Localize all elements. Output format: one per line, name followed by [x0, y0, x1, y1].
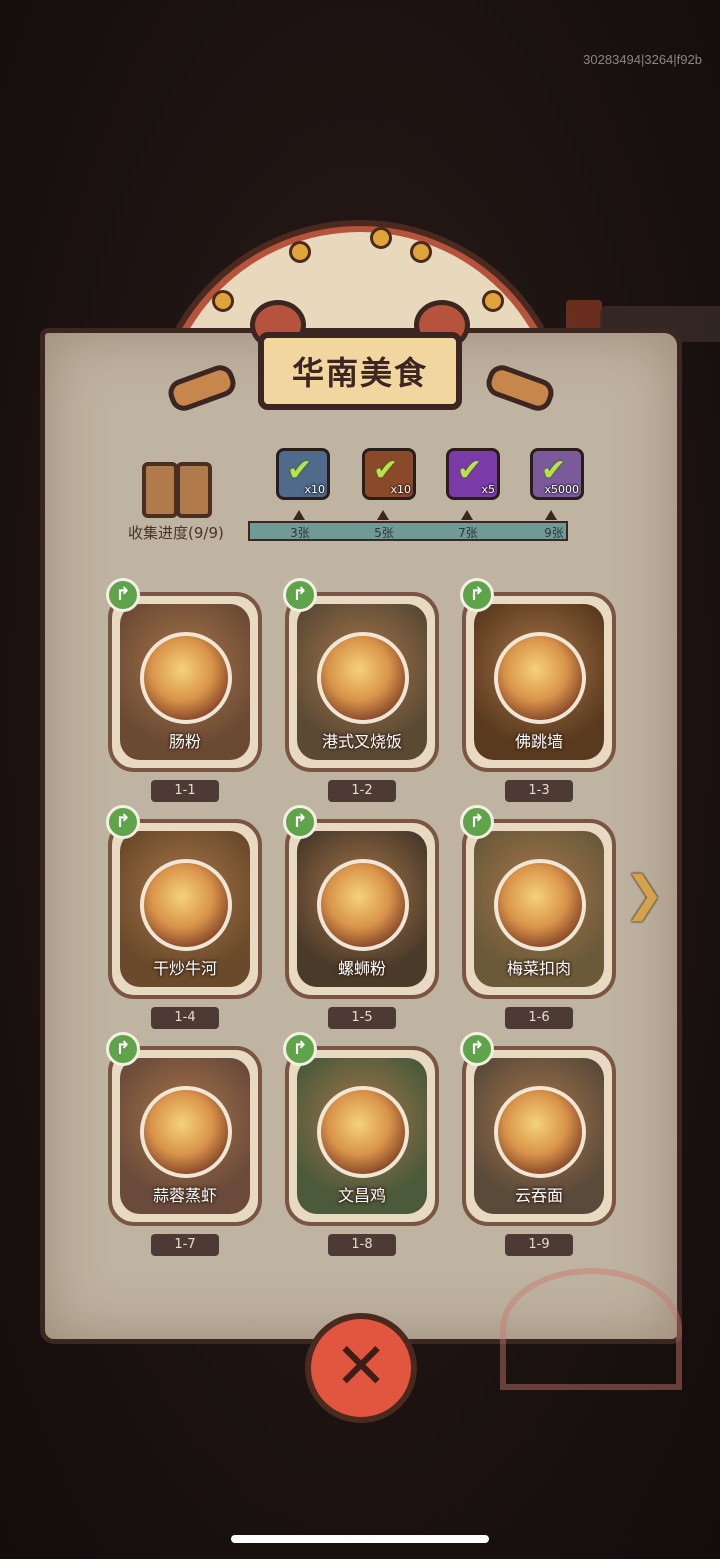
share-arrow-icon[interactable]: ↱ [106, 1032, 140, 1066]
dish-card[interactable]: 港式叉烧饭 [285, 592, 439, 772]
dish-card[interactable]: 蒜蓉蒸虾 [108, 1046, 262, 1226]
dish-artwork: 佛跳墙 [474, 604, 604, 760]
rivet-decoration [370, 227, 392, 249]
dish-plate-illustration [494, 859, 586, 951]
dish-card[interactable]: 肠粉 [108, 592, 262, 772]
dish-name: 肠粉 [168, 732, 201, 751]
reward-quantity: x5000 [544, 483, 579, 496]
share-arrow-icon[interactable]: ↱ [283, 805, 317, 839]
dish-artwork: 港式叉烧饭 [297, 604, 427, 760]
dish-id-label: 1-8 [328, 1234, 396, 1256]
home-indicator [231, 1535, 489, 1543]
dish-card[interactable]: 文昌鸡 [285, 1046, 439, 1226]
share-arrow-icon[interactable]: ↱ [283, 578, 317, 612]
claimed-check-icon: ✔ [457, 453, 483, 488]
dish-card[interactable]: 螺蛳粉 [285, 819, 439, 999]
dish-plate-illustration [317, 859, 409, 951]
reward-quantity: x5 [481, 483, 495, 496]
milestone-label: 7张 [458, 526, 478, 540]
milestone-tick [461, 510, 473, 520]
dish-plate-illustration [317, 632, 409, 724]
dish-id-label: 1-5 [328, 1007, 396, 1029]
dish-name: 佛跳墙 [514, 732, 563, 751]
share-arrow-icon[interactable]: ↱ [460, 1032, 494, 1066]
dish-id-label: 1-1 [151, 780, 219, 802]
dish-card[interactable]: 干炒牛河 [108, 819, 262, 999]
dish-card[interactable]: 梅菜扣肉 [462, 819, 616, 999]
share-arrow-icon[interactable]: ↱ [283, 1032, 317, 1066]
dish-artwork: 云吞面 [474, 1058, 604, 1214]
reward-quantity: x10 [304, 483, 325, 496]
dish-card[interactable]: 云吞面 [462, 1046, 616, 1226]
build-id-text: 30283494|3264|f92b [583, 52, 702, 67]
share-arrow-icon[interactable]: ↱ [460, 578, 494, 612]
milestone-tick [293, 510, 305, 520]
dish-name: 港式叉烧饭 [321, 732, 402, 751]
seal-stamp-decoration [500, 1268, 682, 1390]
milestone-tick [377, 510, 389, 520]
share-arrow-icon[interactable]: ↱ [106, 578, 140, 612]
close-button[interactable]: ✕ [305, 1313, 417, 1423]
collection-book-icon [140, 462, 216, 520]
dish-id-label: 1-3 [505, 780, 573, 802]
dish-artwork: 肠粉 [120, 604, 250, 760]
dish-artwork: 干炒牛河 [120, 831, 250, 987]
dish-id-label: 1-6 [505, 1007, 573, 1029]
dish-id-label: 1-7 [151, 1234, 219, 1256]
next-page-arrow-icon[interactable]: ❯ [624, 862, 664, 926]
dish-name: 文昌鸡 [337, 1186, 386, 1205]
dish-plate-illustration [494, 1086, 586, 1178]
dish-card[interactable]: 佛跳墙 [462, 592, 616, 772]
dish-id-label: 1-4 [151, 1007, 219, 1029]
dish-id-label: 1-9 [505, 1234, 573, 1256]
rivet-decoration [482, 290, 504, 312]
share-arrow-icon[interactable]: ↱ [460, 805, 494, 839]
silver-ingot-icon[interactable]: ✔ x5000 [530, 448, 584, 500]
close-icon: ✕ [334, 1330, 388, 1404]
gem-chest-icon[interactable]: ✔ x10 [276, 448, 330, 500]
dish-name: 梅菜扣肉 [506, 959, 571, 978]
dish-plate-illustration [317, 1086, 409, 1178]
dish-plate-illustration [494, 632, 586, 724]
rivet-decoration [289, 241, 311, 263]
dish-artwork: 螺蛳粉 [297, 831, 427, 987]
collection-progress-label: 收集进度(9/9) [128, 524, 224, 542]
milestone-label: 5张 [374, 526, 394, 540]
dish-name: 蒜蓉蒸虾 [152, 1186, 217, 1205]
rivet-decoration [212, 290, 234, 312]
milestone-tick [545, 510, 557, 520]
dish-name: 螺蛳粉 [337, 959, 386, 978]
milestone-label: 9张 [544, 526, 564, 540]
dish-plate-illustration [140, 859, 232, 951]
milestone-label: 3张 [290, 526, 310, 540]
panel-title: 华南美食 [258, 332, 462, 410]
dish-name: 干炒牛河 [152, 959, 217, 978]
share-arrow-icon[interactable]: ↱ [106, 805, 140, 839]
dish-plate-illustration [140, 632, 232, 724]
golden-key-icon[interactable]: ✔ x10 [362, 448, 416, 500]
rivet-decoration [410, 241, 432, 263]
dish-name: 云吞面 [514, 1186, 563, 1205]
purple-orb-icon[interactable]: ✔ x5 [446, 448, 500, 500]
dish-artwork: 梅菜扣肉 [474, 831, 604, 987]
dish-id-label: 1-2 [328, 780, 396, 802]
dish-artwork: 蒜蓉蒸虾 [120, 1058, 250, 1214]
reward-quantity: x10 [390, 483, 411, 496]
dish-artwork: 文昌鸡 [297, 1058, 427, 1214]
dish-plate-illustration [140, 1086, 232, 1178]
